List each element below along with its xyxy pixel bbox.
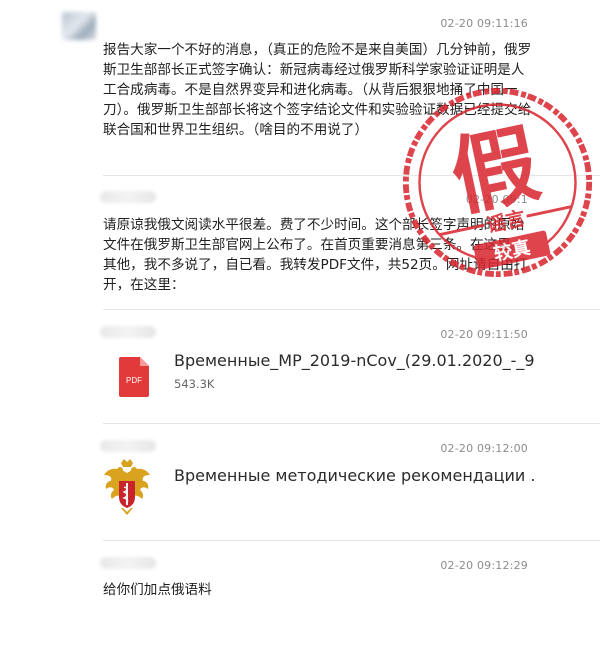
sender-name [100, 557, 156, 569]
message-timestamp: 02-20 09:11:50 [440, 328, 528, 341]
sender-name [100, 191, 156, 203]
avatar[interactable] [62, 12, 96, 40]
message-timestamp: 02-20 09:12:29 [440, 559, 528, 572]
divider [103, 423, 600, 424]
message-text: 给你们加点俄语料 [103, 582, 212, 598]
link-card-title[interactable]: Временные методические рекомендации ... [174, 466, 534, 485]
pdf-file-icon[interactable]: PDF [119, 357, 149, 397]
message-text: 请原谅我俄文阅读水平很差。费了不少时间。这个部长签字声明的原始文件在俄罗斯卫生部… [103, 217, 528, 293]
file-name[interactable]: Временные_MP_2019-nCov_(29.01.2020_-_9..… [174, 351, 534, 370]
message-timestamp: 02-20 09:1 [465, 193, 528, 206]
pdf-icon-label: PDF [126, 376, 142, 385]
divider [103, 540, 600, 541]
message-timestamp: 02-20 09:12:00 [440, 442, 528, 455]
message-text: 报告大家一个不好的消息，（真正的危险不是来自美国）几分钟前，俄罗斯卫生部部长正式… [103, 42, 532, 138]
double-headed-eagle-emblem-icon [104, 459, 150, 515]
message-timestamp: 02-20 09:11:16 [440, 17, 528, 30]
file-size: 543.3K [174, 377, 215, 391]
divider [103, 309, 600, 310]
sender-name [100, 326, 156, 338]
divider [103, 175, 600, 176]
stamp-line-right [526, 205, 573, 218]
sender-name [100, 440, 156, 452]
